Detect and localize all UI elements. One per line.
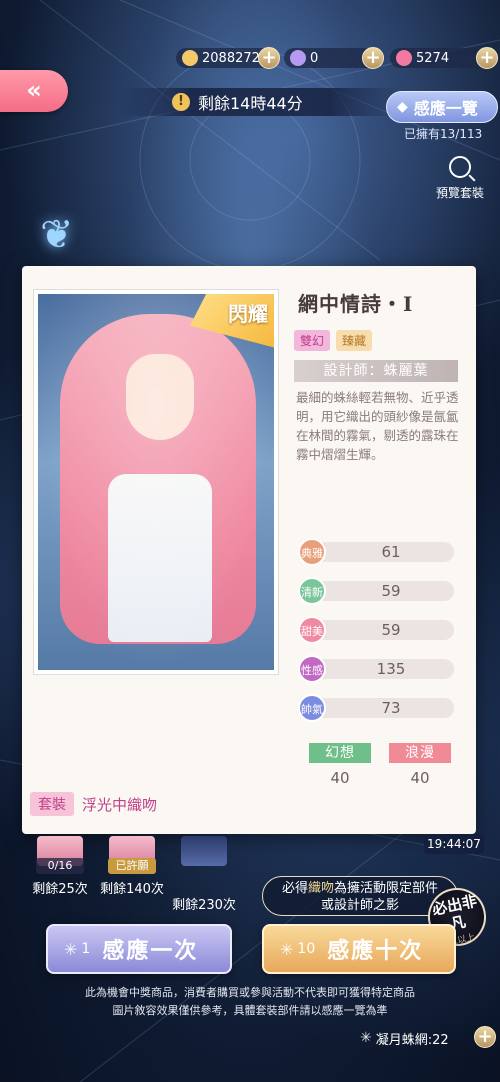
stat-row-cool: 帥氣 73 [298,694,458,722]
stat-value: 59 [310,620,454,640]
purple-diamond-icon [290,50,306,66]
prize-thumbnail [181,836,227,866]
event-timer: ! 剩餘14時44分 [120,88,400,116]
item-portrait: 閃耀 [34,290,278,674]
spiderweb-icon: ✳ [280,939,294,959]
butterfly-icon: ❦ [40,212,74,258]
stat-value: 61 [310,542,454,562]
draw-ten-cost: 10 [297,941,316,957]
guarantee-line-1: 必得織吻為擁活動限定部件 [281,881,439,896]
style-attributes: 幻想 40 浪漫 40 [300,742,460,787]
stat-row-elegant: 典雅 61 [298,538,458,566]
stat-value: 59 [310,581,454,601]
diamond-icon: ◆ [397,99,408,115]
item-detail-card[interactable]: 閃耀 網中情詩・I 雙幻 臻藏 設計師：蛛麗葉 最細的蛛絲輕若無物、近乎透明，用… [22,266,476,834]
collection-label: 感應一覽 [413,99,478,118]
tag-dual: 雙幻 [294,330,331,351]
back-button[interactable]: « [0,70,68,112]
timer-text: 剩餘14時44分 [198,94,303,113]
item-name: 網中情詩・I [298,292,414,316]
prize-remaining: 剩餘230次 [172,898,236,913]
portrait-veil [38,294,274,670]
preview-outfit-button[interactable]: 預覽套裝 [432,156,488,201]
sweet-icon: 甜美 [298,616,326,644]
set-name: 浮光中織吻 [82,795,158,814]
stat-row-sweet: 甜美 59 [298,616,458,644]
preview-label: 預覽套裝 [435,186,484,200]
double-chevron-left-icon: « [26,76,42,104]
stat-row-sexy: 性感 135 [298,655,458,683]
sexy-icon: 性感 [298,655,326,683]
owned-count: 已擁有13/113 [404,127,483,141]
pink-diamond-currency: 5274 [390,48,490,68]
side-timer: 19:44:07 [424,834,484,854]
cat-coin-icon [182,50,198,66]
disclaimer-line-1: 此為機會中獎商品，消費者購買或參與活動不代表即可獲得特定商品 [85,986,415,999]
prize-badge: 0/16 [36,858,84,874]
designer-label: 設計師：蛛麗葉 [294,360,458,382]
ticket-label: 凝月蛛網:22 [375,1032,449,1048]
prize-item[interactable]: 已許願 剩餘140次 [96,836,168,913]
stat-value: 135 [310,659,454,679]
prize-thumbnails: 0/16 剩餘25次 已許願 剩餘140次 剩餘230次 [24,836,240,913]
pink-diamond-icon [396,50,412,66]
fresh-icon: 清新 [298,577,326,605]
prize-item[interactable]: 0/16 剩餘25次 [24,836,96,913]
disclaimer: 此為機會中獎商品，消費者購買或參與活動不代表即可獲得特定商品 圖片敘容效果僅供參… [0,984,500,1020]
add-purple-diamond-button[interactable]: + [362,47,384,69]
style-romantic: 浪漫 40 [380,742,460,787]
draw-once-cost: 1 [81,941,91,957]
stat-row-fresh: 清新 59 [298,577,458,605]
add-pink-diamond-button[interactable]: + [476,47,498,69]
tag-collector: 臻藏 [336,330,373,351]
add-ticket-button[interactable]: + [474,1026,496,1048]
style-value: 40 [410,769,430,787]
search-icon [449,156,471,178]
set-info: 套裝 浮光中織吻 [30,792,157,816]
ticket-count: ✳ 凝月蛛網:22 + [360,1026,500,1050]
purple-diamond-amount: 0 [310,50,319,66]
draw-once-button[interactable]: ✳ 1 感應一次 [46,924,232,974]
spiderweb-icon: ✳ [360,1030,372,1046]
currency-bar: 20882724 + 0 + 5274 + [172,46,500,70]
stats-list: 典雅 61 清新 59 甜美 59 性感 135 帥氣 73 [298,538,458,735]
style-value: 40 [330,769,350,787]
style-tag: 浪漫 [389,743,451,763]
draw-ten-label: 感應十次 [327,938,424,964]
disclaimer-line-2: 圖片敘容效果僅供參考，具體套裝部件請以感應一覽為準 [112,1004,388,1017]
prize-badge: 已許願 [108,858,156,874]
prize-remaining: 剩餘140次 [100,882,164,897]
draw-once-label: 感應一次 [102,938,199,964]
stat-value: 73 [310,698,454,718]
style-tag: 幻想 [309,743,371,763]
item-tags: 雙幻 臻藏 [294,330,373,351]
exclamation-icon: ! [172,93,190,111]
pink-diamond-amount: 5274 [416,50,450,66]
elegant-icon: 典雅 [298,538,326,566]
set-tag: 套裝 [30,792,74,816]
style-fantasy: 幻想 40 [300,742,380,787]
prize-item[interactable]: 剩餘230次 [168,836,240,913]
spiderweb-icon: ✳ [64,939,78,959]
collection-overview-button[interactable]: ◆ 感應一覽 [386,91,498,123]
cool-icon: 帥氣 [298,694,326,722]
draw-ten-button[interactable]: ✳ 10 感應十次 [262,924,456,974]
add-gold-button[interactable]: + [258,47,280,69]
item-description: 最細的蛛絲輕若無物、近乎透明，用它織出的頭紗像是氤氳在林間的霧氣，剔透的露珠在霧… [296,390,459,462]
prize-remaining: 剩餘25次 [32,882,88,897]
